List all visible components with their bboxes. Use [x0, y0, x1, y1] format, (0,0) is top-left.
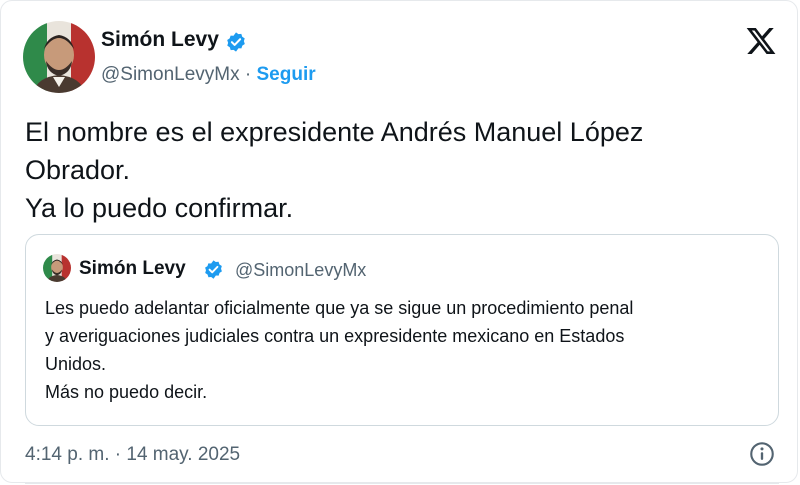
quoted-author-name[interactable]: Simón Levy — [79, 258, 186, 280]
info-icon[interactable] — [748, 440, 776, 468]
verified-badge-icon — [225, 31, 247, 53]
quoted-author-handle[interactable]: @SimonLevyMx — [235, 260, 366, 281]
tweet-line: Obrador. — [25, 155, 131, 185]
handle-separator: · — [239, 64, 257, 85]
quoted-tweet[interactable]: Simón Levy @SimonLevyMx Les puedo adelan… — [25, 234, 779, 426]
quoted-tweet-line: y averiguaciones judiciales contra un ex… — [45, 326, 625, 346]
x-logo-icon[interactable] — [745, 25, 777, 57]
author-name[interactable]: Simón Levy — [101, 28, 219, 52]
quoted-tweet-line: Les puedo adelantar oficialmente que ya … — [45, 298, 634, 318]
quoted-tweet-line: Más no puedo decir. — [45, 382, 208, 402]
follow-button[interactable]: Seguir — [257, 64, 316, 85]
author-handle-line: @SimonLevyMx · Seguir — [101, 64, 316, 86]
tweet-timestamp[interactable]: 4:14 p. m. · 14 may. 2025 — [25, 444, 240, 466]
quoted-tweet-text: Les puedo adelantar oficialmente que ya … — [45, 294, 770, 406]
author-avatar[interactable] — [23, 21, 95, 93]
verified-badge-icon — [203, 259, 224, 280]
quoted-author-avatar[interactable] — [43, 254, 71, 282]
tweet-line: El nombre es el expresidente Andrés Manu… — [25, 117, 644, 147]
quoted-tweet-line: Unidos. — [45, 354, 107, 374]
divider — [25, 483, 779, 484]
author-handle[interactable]: @SimonLevyMx — [101, 64, 240, 85]
tweet-text: El nombre es el expresidente Andrés Manu… — [25, 113, 765, 227]
tweet-card: Simón Levy @SimonLevyMx · Seguir El nomb… — [0, 0, 798, 484]
tweet-line: Ya lo puedo confirmar. — [25, 193, 294, 223]
